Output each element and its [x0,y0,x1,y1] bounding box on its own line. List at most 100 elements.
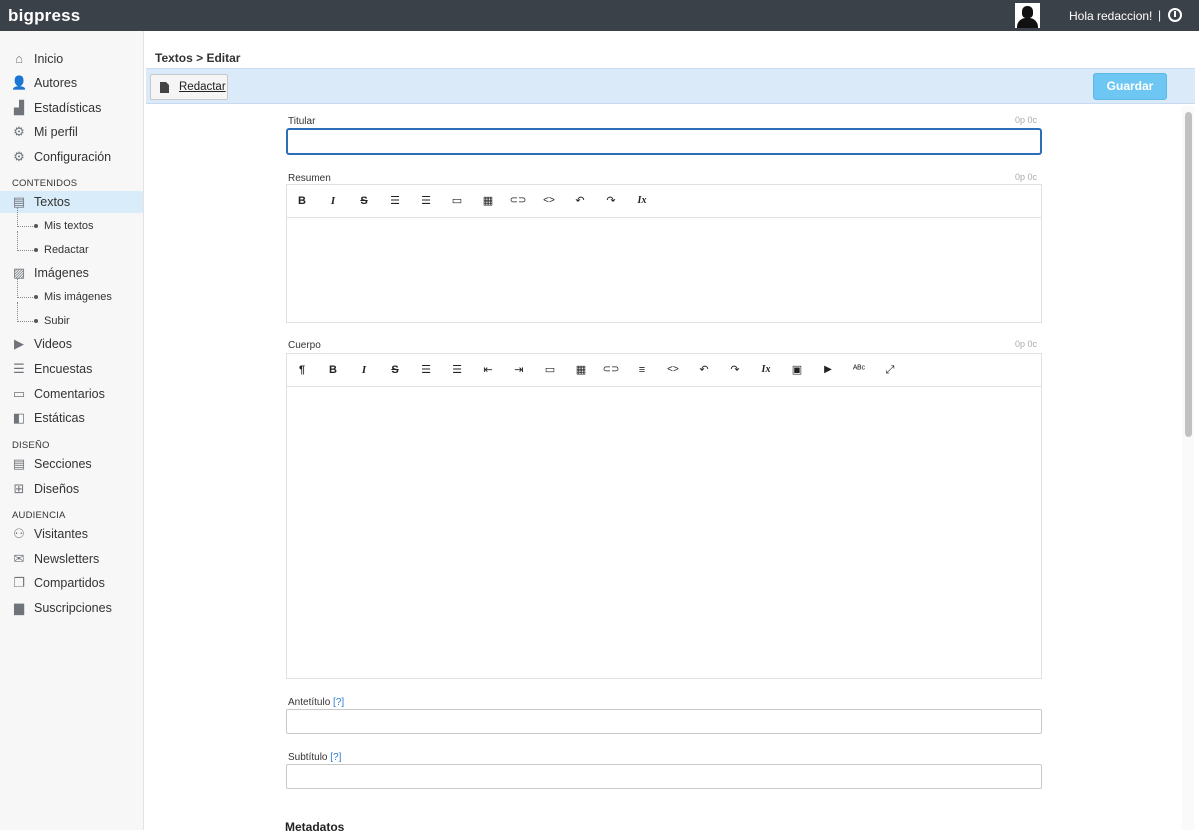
document-icon [160,82,169,93]
sidebar-item-label: Compartidos [34,576,105,590]
sidebar-item-configuracion[interactable]: ⚙ Configuración [0,146,143,168]
sidebar-item-label: Comentarios [34,387,105,401]
guardar-button[interactable]: Guardar [1093,73,1167,100]
user-icon: 👤 [11,75,28,90]
link-icon[interactable]: ⊂⊃ [509,193,527,209]
titular-label: Titular [288,116,316,127]
antetitulo-help-link[interactable]: [?] [333,697,344,708]
titular-counter: 0p 0c [1014,115,1037,125]
antetitulo-input[interactable] [286,709,1042,734]
unordered-list-icon[interactable]: ☰ [417,362,435,378]
titular-input[interactable] [286,128,1042,155]
sidebar-item-estaticas[interactable]: ◧ Estáticas [0,407,143,429]
sidebar-subitem-redactar[interactable]: Redactar [0,231,143,261]
paragraph-icon[interactable]: ¶ [293,362,311,378]
metadatos-heading: Metadatos [285,820,345,834]
unordered-list-icon[interactable]: ☰ [386,193,404,209]
sidebar-item-visitantes[interactable]: ⚇ Visitantes [0,523,143,545]
breadcrumb: Textos > Editar [155,51,241,65]
gears-icon: ⚙ [13,124,25,139]
sidebar-item-label: Encuestas [34,362,93,376]
sidebar-item-suscripciones[interactable]: ▆ Suscripciones [0,597,143,619]
table-icon[interactable]: ▦ [479,193,497,209]
cuerpo-editor: ¶ B I S ☰ ☰ ⇤ ⇥ ▭ ▦ ⊂⊃ ≡ <> ↶ ↷ Ix ▣ ▶ ᴬ… [286,353,1042,679]
link-icon[interactable]: ⊂⊃ [602,362,620,378]
indent-icon[interactable]: ⇥ [510,362,528,378]
comment-icon: ▭ [12,386,26,401]
italic-icon[interactable]: I [355,362,373,378]
redo-icon[interactable]: ↷ [602,193,620,209]
resumen-editor: B I S ☰ ☰ ▭ ▦ ⊂⊃ <> ↶ ↷ Ix [286,184,1042,323]
brand-logo[interactable]: bigpress [8,6,80,26]
undo-icon[interactable]: ↶ [571,193,589,209]
spellcheck-icon[interactable]: ᴬᴮᶜ [850,362,868,378]
cuerpo-toolbar: ¶ B I S ☰ ☰ ⇤ ⇥ ▭ ▦ ⊂⊃ ≡ <> ↶ ↷ Ix ▣ ▶ ᴬ… [287,354,1041,387]
embed-icon[interactable]: ▭ [541,362,559,378]
gear-icon: ⚙ [13,149,25,164]
section-header-diseno: DISEÑO [12,440,50,451]
align-icon[interactable]: ≡ [633,362,651,378]
home-icon: ⌂ [15,51,23,66]
sidebar-subitem-label: Mis imágenes [44,291,112,303]
sidebar-item-encuestas[interactable]: ☰ Encuestas [0,358,143,380]
avatar[interactable] [1015,3,1040,28]
page-icon: ◧ [12,410,26,425]
sidebar-item-label: Visitantes [34,527,88,541]
video-icon[interactable]: ▶ [819,362,837,378]
sidebar-item-label: Estáticas [34,411,85,425]
grid-icon: ⊞ [13,481,25,496]
sidebar-item-label: Secciones [34,457,92,471]
section-header-contenidos: CONTENIDOS [12,178,78,189]
sidebar-subitem-subir[interactable]: Subir [0,302,143,332]
code-icon[interactable]: <> [540,193,558,209]
strikethrough-icon[interactable]: S [386,362,404,378]
sidebar-item-newsletters[interactable]: ✉ Newsletters [0,548,143,570]
sidebar-item-label: Estadísticas [34,101,102,115]
sidebar-item-comentarios[interactable]: ▭ Comentarios [0,383,143,405]
sidebar-item-label: Newsletters [34,552,100,566]
clear-format-icon[interactable]: Ix [757,362,775,378]
sidebar-item-autores[interactable]: 👤 Autores [0,72,143,94]
sidebar-subitem-label: Subir [44,315,70,327]
poll-icon: ☰ [13,361,25,376]
sidebar-item-inicio[interactable]: ⌂ Inicio [0,48,143,70]
logout-icon[interactable] [1168,8,1182,22]
outdent-icon[interactable]: ⇤ [479,362,497,378]
bold-icon[interactable]: B [293,193,311,209]
sidebar-item-label: Autores [34,76,78,90]
redactar-button[interactable]: Redactar [150,74,228,100]
strikethrough-icon[interactable]: S [355,193,373,209]
fullscreen-icon[interactable]: ⤢ [881,362,899,378]
bold-icon[interactable]: B [324,362,342,378]
sidebar-item-label: Configuración [34,150,112,164]
scrollbar-thumb[interactable] [1185,112,1192,437]
newsletter-icon: ✉ [13,551,25,566]
undo-icon[interactable]: ↶ [695,362,713,378]
sidebar-subitem-label: Mis textos [44,220,94,232]
ordered-list-icon[interactable]: ☰ [417,193,435,209]
clear-format-icon[interactable]: Ix [633,193,651,209]
sidebar-item-mi-perfil[interactable]: ⚙ Mi perfil [0,121,143,143]
antetitulo-label: Antetítulo [?] [288,697,345,708]
sidebar-item-disenos[interactable]: ⊞ Diseños [0,478,143,500]
table-icon[interactable]: ▦ [572,362,590,378]
code-icon[interactable]: <> [664,362,682,378]
scrollbar[interactable] [1182,106,1194,830]
action-bar: Redactar Guardar [146,68,1195,104]
embed-icon[interactable]: ▭ [448,193,466,209]
sidebar-item-label: Suscripciones [34,601,112,615]
image-icon[interactable]: ▣ [788,362,806,378]
share-icon: ❐ [13,575,25,590]
ordered-list-icon[interactable]: ☰ [448,362,466,378]
list-icon: ▤ [12,456,26,471]
greeting[interactable]: Hola redaccion! [1069,9,1152,23]
sidebar-item-estadisticas[interactable]: ▟ Estadísticas [0,97,143,119]
italic-icon[interactable]: I [324,193,342,209]
subtitulo-input[interactable] [286,764,1042,789]
redo-icon[interactable]: ↷ [726,362,744,378]
sidebar-item-secciones[interactable]: ▤ Secciones [0,453,143,475]
sidebar-item-label: Inicio [34,52,64,66]
subtitulo-help-link[interactable]: [?] [330,752,341,763]
sidebar-item-compartidos[interactable]: ❐ Compartidos [0,572,143,594]
sidebar-item-videos[interactable]: ▶ Videos [0,333,143,355]
